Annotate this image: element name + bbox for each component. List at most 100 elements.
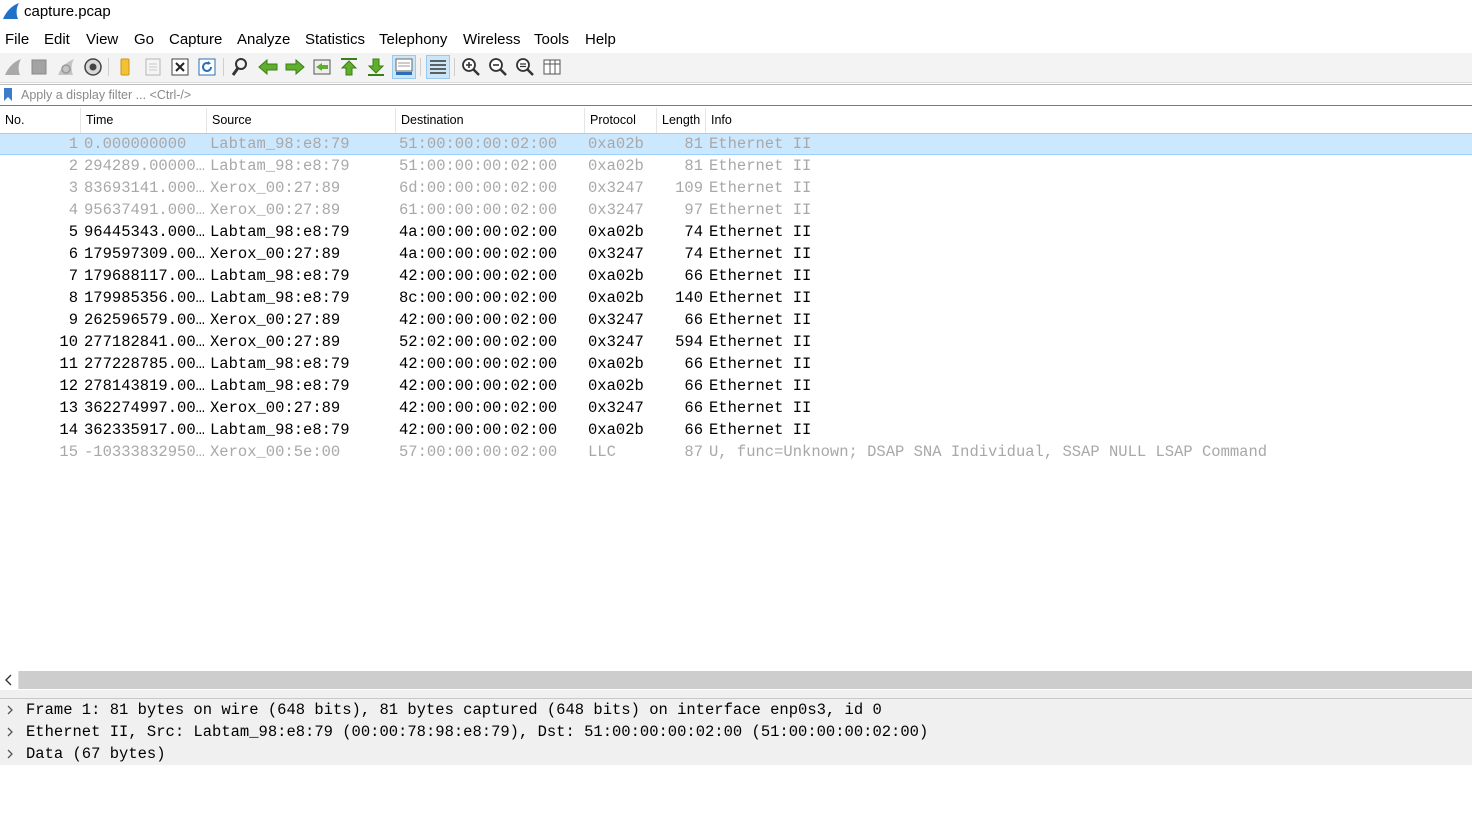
stop-capture-icon[interactable] [28,56,50,78]
column-header-time[interactable]: Time [81,108,207,133]
packet-length: 74 [684,223,703,241]
menu-analyze[interactable]: Analyze [237,31,290,48]
column-header-protocol[interactable]: Protocol [585,108,657,133]
menu-view[interactable]: View [86,31,118,48]
menu-capture[interactable]: Capture [169,31,222,48]
normal-size-icon[interactable] [514,56,536,78]
start-capture-icon[interactable] [2,56,24,78]
packet-source: Xerox_00:27:89 [210,201,341,219]
save-file-icon[interactable] [142,56,164,78]
menu-tools[interactable]: Tools [534,31,569,48]
details-tree-item-frame[interactable]: Frame 1: 81 bytes on wire (648 bits), 81… [0,699,1472,721]
packet-destination: 4a:00:00:00:02:00 [399,245,558,263]
packet-list-scrollbar[interactable] [0,671,1472,689]
packet-protocol: LLC [588,443,616,461]
details-tree-item-data[interactable]: Data (67 bytes) [0,743,1472,765]
packet-protocol: 0xa02b [588,355,644,373]
packet-destination: 42:00:00:00:02:00 [399,377,558,395]
zoom-in-icon[interactable] [460,56,482,78]
packet-source: Xerox_00:27:89 [210,399,341,417]
packet-destination: 51:00:00:00:02:00 [399,157,558,175]
menu-telephony[interactable]: Telephony [379,31,447,48]
menu-wireless[interactable]: Wireless [463,31,521,48]
packet-row[interactable]: 5 96445343.000… Labtam_98:e8:79 4a:00:00:00… [0,221,1472,243]
find-packet-icon[interactable] [229,56,251,78]
packet-destination: 4a:00:00:00:02:00 [399,223,558,241]
packet-row[interactable]: 12 278143819.00… Labtam_98:e8:79 42:00:00:0… [0,375,1472,397]
last-packet-icon[interactable] [365,56,387,78]
packet-row[interactable]: 2 294289.00000… Labtam_98:e8:79 51:00:00:00… [0,155,1472,177]
packet-row[interactable]: 3 83693141.000… Xerox_00:27:89 6d:00:00:00:… [0,177,1472,199]
column-header-info[interactable]: Info [706,108,1472,133]
packet-row[interactable]: 13 362274997.00… Xerox_00:27:89 42:00:00:00… [0,397,1472,419]
menu-edit[interactable]: Edit [44,31,70,48]
resize-columns-icon[interactable] [541,56,563,78]
packet-time: 179597309.00… [84,245,204,263]
zoom-out-icon[interactable] [487,56,509,78]
packet-row[interactable]: 1 0.000000000 Labtam_98:e8:79 51:00:00:00:0… [0,133,1472,155]
column-header-source[interactable]: Source [207,108,396,133]
packet-length: 66 [684,311,703,329]
scroll-left-button[interactable] [0,671,18,689]
scrollbar-thumb[interactable] [19,671,1472,689]
packet-info: Ethernet II [709,179,812,197]
packet-source: Xerox_00:27:89 [210,333,341,351]
close-file-icon[interactable] [169,56,191,78]
go-to-packet-icon[interactable] [311,56,333,78]
packet-length: 66 [684,355,703,373]
packet-source: Labtam_98:e8:79 [210,135,350,153]
menu-file[interactable]: File [5,31,29,48]
packet-row[interactable]: 7 179688117.00… Labtam_98:e8:79 42:00:00:00… [0,265,1472,287]
packet-source: Labtam_98:e8:79 [210,157,350,175]
packet-time: 179985356.00… [84,289,204,307]
packet-row[interactable]: 4 95637491.000… Xerox_00:27:89 61:00:00:00:… [0,199,1472,221]
packet-length: 109 [675,179,703,197]
packet-source: Labtam_98:e8:79 [210,223,350,241]
packet-protocol: 0x3247 [588,201,644,219]
packet-no: 2 [68,157,78,175]
packet-length: 97 [684,201,703,219]
packet-no: 11 [59,355,78,373]
packet-row[interactable]: 8 179985356.00… Labtam_98:e8:79 8c:00:00:00… [0,287,1472,309]
menu-go[interactable]: Go [134,31,154,48]
packet-length: 594 [675,333,703,351]
packet-row[interactable]: 9 262596579.00… Xerox_00:27:89 42:00:00:00:… [0,309,1472,331]
open-file-icon[interactable] [114,56,136,78]
packet-time: 362335917.00… [84,421,204,439]
column-header-length[interactable]: Length [657,108,706,133]
packet-row[interactable]: 10 277182841.00… Xerox_00:27:89 52:02:00:00… [0,331,1472,353]
packet-no: 14 [59,421,78,439]
packet-no: 9 [68,311,78,329]
capture-options-icon[interactable] [82,56,104,78]
first-packet-icon[interactable] [338,56,360,78]
packet-time: 179688117.00… [84,267,204,285]
packet-info: Ethernet II [709,399,812,417]
packet-row[interactable]: 14 362335917.00… Labtam_98:e8:79 42:00:00:0… [0,419,1472,441]
packet-protocol: 0xa02b [588,135,644,153]
packet-source: Labtam_98:e8:79 [210,355,350,373]
packet-no: 13 [59,399,78,417]
chevron-right-icon [7,749,13,759]
packet-row[interactable]: 6 179597309.00… Xerox_00:27:89 4a:00:00:00:… [0,243,1472,265]
auto-scroll-icon[interactable] [392,55,416,79]
menu-help[interactable]: Help [585,31,616,48]
details-tree-item-ethernet[interactable]: Ethernet II, Src: Labtam_98:e8:79 (00:00… [0,721,1472,743]
menu-statistics[interactable]: Statistics [305,31,365,48]
packet-no: 8 [68,289,78,307]
display-filter-input[interactable] [19,85,1463,104]
column-header-destination[interactable]: Destination [396,108,585,133]
packet-no: 3 [68,179,78,197]
packet-destination: 6d:00:00:00:02:00 [399,179,558,197]
go-back-icon[interactable] [257,56,279,78]
reload-file-icon[interactable] [196,56,218,78]
bookmark-icon[interactable] [2,87,14,102]
packet-length: 66 [684,267,703,285]
column-header-no[interactable]: No. [0,108,81,133]
packet-row[interactable]: 11 277228785.00… Labtam_98:e8:79 42:00:00:0… [0,353,1472,375]
colorize-icon[interactable] [426,55,450,79]
restart-capture-icon[interactable] [55,56,77,78]
packet-row[interactable]: 15 -10333832950… Xerox_00:5e:00 57:00:00:00… [0,441,1472,463]
pane-splitter[interactable] [0,690,1472,699]
go-forward-icon[interactable] [284,56,306,78]
packet-destination: 8c:00:00:00:02:00 [399,289,558,307]
